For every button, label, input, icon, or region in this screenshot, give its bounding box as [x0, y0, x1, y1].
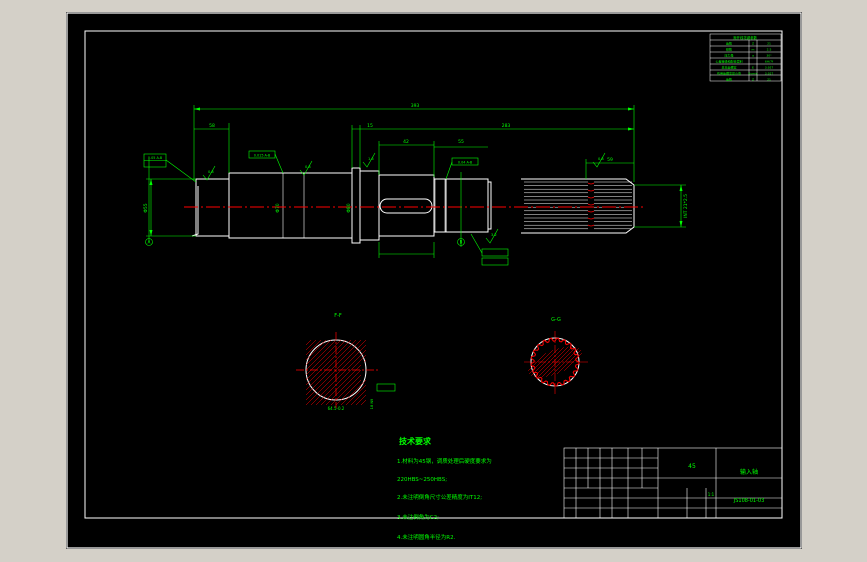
dim-keyway-len: 42 — [403, 139, 409, 145]
dim-spline-len: 59 — [607, 157, 613, 163]
spline-run-out-mark — [587, 210, 595, 213]
tech-req-1: 1.材料为45钢，调质处理后硬度要求为 — [397, 457, 492, 465]
params-cell: 21 — [767, 42, 771, 46]
spline-run-out-mark — [587, 224, 595, 227]
params-cell: 2.5 — [767, 48, 772, 52]
hatch-line — [231, 335, 301, 405]
section-ff — [231, 332, 441, 408]
params-cell: 基本齿槽宽 — [721, 65, 736, 70]
hatch-line — [325, 340, 366, 406]
hatch-line — [350, 340, 366, 406]
shaft-outline — [191, 167, 635, 244]
section-ff-key: 18 N9 — [370, 398, 374, 409]
params-cell: 3.927 — [765, 66, 774, 70]
tech-req-2: 220HBS~250HBS; — [397, 477, 447, 483]
roughness-4: 3.2 — [491, 233, 497, 237]
params-cell: 30° — [766, 54, 772, 58]
params-cell: 压力角 — [724, 53, 733, 58]
roughness-2: 0.8 — [305, 165, 311, 169]
datum-markers — [145, 238, 465, 246]
tech-req-5: 4.未注明圆角半径为R2. — [397, 533, 456, 541]
dim-left-seg: 58 — [209, 123, 215, 129]
params-table-title: 渐开线花键参数 — [733, 35, 757, 40]
dim-right-seg: 283 — [502, 123, 511, 129]
shaft-extra-lines — [228, 173, 446, 238]
hatch-line — [371, 335, 441, 405]
params-cell: 3.927 — [765, 72, 774, 76]
params-cell: 公差等级和配合类别 — [715, 59, 742, 64]
roughness-marks — [202, 152, 606, 244]
dim-collar: 15 — [367, 123, 373, 129]
tech-req-title: 技术要求 — [399, 436, 432, 446]
section-ff-label: F-F — [334, 313, 342, 319]
roughness-5: 0.8 — [598, 157, 604, 161]
params-cell: m — [752, 48, 755, 52]
params-table-rows: 齿数 Z 21 模数 m 2.5 压力角 α 30° 公差等级和配合类别 6H/7f 基本齿槽宽 E 3.… — [715, 41, 774, 82]
dim-keyway-gap: 55 — [458, 139, 464, 145]
params-cell: 齿数 — [726, 77, 732, 82]
section-gg-label: G-G — [551, 317, 561, 323]
section-gg — [524, 331, 588, 394]
datum-b: B — [460, 240, 463, 245]
tol-frame-3: 0.04 A-B — [458, 161, 473, 165]
params-cell: 模数 — [726, 47, 732, 52]
params-cell: E — [752, 66, 754, 70]
title-block — [563, 447, 783, 519]
params-cell: 作用齿槽宽最小值 — [717, 71, 741, 76]
spline-run-out-mark — [587, 203, 595, 206]
hatch-line — [306, 340, 307, 406]
roughness-1: 0.8 — [208, 170, 214, 174]
spline-run-out-mark — [587, 182, 595, 185]
dim-overall: 393 — [411, 103, 420, 109]
tech-req-3: 2.未注明倒角尺寸公差精度为IT12; — [397, 493, 482, 501]
spline-red-marks — [587, 182, 595, 227]
roughness-3: 1.6 — [368, 157, 374, 161]
params-cell: α — [752, 54, 754, 58]
params-cell: 齿数 — [726, 41, 732, 46]
params-cell: 21 — [767, 78, 771, 82]
title-drawing-no: JS108-01-03 — [733, 498, 765, 504]
spline-teeth — [524, 181, 632, 230]
tol-frame-1: 0.05 A-B — [148, 156, 163, 160]
dim-dia-collar: Φ80 — [346, 203, 352, 212]
title-scale: 1:1 — [708, 492, 715, 497]
dim-spline-spec: INT 21*2.5 — [683, 194, 689, 218]
section-ff-dim: 64.5-0.2 — [328, 406, 345, 411]
params-cell: Z — [752, 78, 754, 82]
dim-dia-left: Φ55 — [143, 203, 149, 212]
shaft-drawing: 渐开线花键参数 齿数 Z 21 模数 m 2.5 压力角 α 30° 公差等级和配合类别 6H/7f… — [66, 12, 802, 549]
inner-frame — [84, 30, 783, 519]
title-part-name: 输入轴 — [740, 468, 758, 476]
title-material: 45 — [688, 463, 696, 470]
spline-run-out-mark — [587, 196, 595, 199]
tech-req-4: 3.未注倒角为C2; — [397, 513, 439, 521]
spline-run-out-mark — [587, 189, 595, 192]
params-cell: Evmin — [748, 72, 757, 76]
cad-viewport[interactable]: 渐开线花键参数 齿数 Z 21 模数 m 2.5 压力角 α 30° 公差等级和配合类别 6H/7f… — [66, 12, 802, 549]
params-cell: 6H/7f — [765, 60, 774, 64]
tol-frame-2: 0.015 A-B — [254, 154, 271, 158]
params-cell: Z — [752, 42, 754, 46]
dim-dia-mid: Φ70 — [275, 203, 281, 212]
dimension-lines — [146, 105, 686, 258]
datum-a: A — [148, 240, 151, 245]
spline-run-out-mark — [587, 217, 595, 220]
